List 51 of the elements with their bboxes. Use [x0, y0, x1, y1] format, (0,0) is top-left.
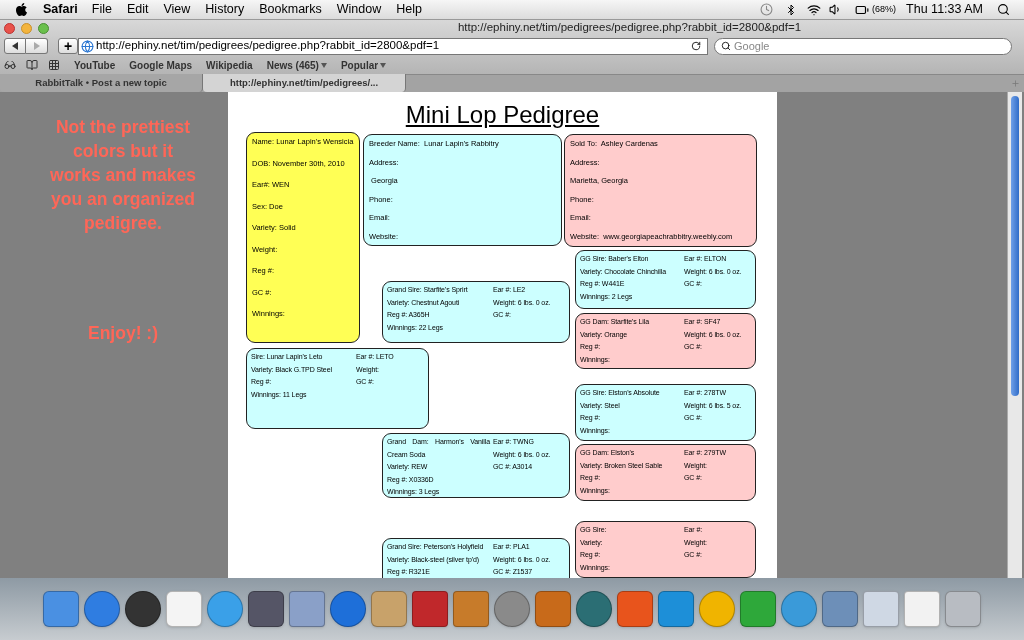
battery-percent[interactable]: (68%) [872, 2, 897, 17]
reload-icon[interactable] [691, 41, 701, 51]
bookmark-link[interactable]: News (465) [266, 57, 327, 73]
bookmark-link[interactable]: Google Maps [129, 57, 193, 73]
minimize-button[interactable] [21, 22, 32, 34]
search-icon[interactable] [997, 3, 1010, 16]
menu-item[interactable]: Edit [126, 0, 149, 19]
menu-item[interactable]: View [163, 0, 191, 19]
menu-item[interactable]: Bookmarks [259, 0, 322, 19]
forward-arrow-icon [33, 42, 40, 50]
menu-item[interactable]: Safari [43, 0, 78, 19]
dock-icon[interactable] [125, 591, 161, 627]
browser-tab[interactable]: http://ephiny.net/tim/pedigrees/... [203, 74, 406, 92]
add-bookmark-button[interactable]: + [58, 38, 78, 54]
close-button[interactable] [4, 22, 15, 34]
globe-icon [81, 39, 94, 53]
zoom-button[interactable] [38, 22, 49, 34]
signoff-text: Enjoy! :) [88, 322, 158, 345]
grid-icon[interactable] [48, 59, 60, 71]
menu-clock[interactable]: Thu 11:33 AM [906, 0, 983, 19]
back-button[interactable] [4, 38, 26, 54]
menu-item[interactable]: Help [396, 0, 422, 19]
menu-item[interactable]: Window [336, 0, 382, 19]
scrollbar-track[interactable] [1007, 92, 1022, 578]
reading-list-icon[interactable] [4, 59, 16, 71]
menu-item[interactable]: History [205, 0, 245, 19]
note-text: Not the prettiest colors but it works and makes you an organized pedigree. [49, 116, 197, 235]
search-field[interactable]: Google [714, 37, 1012, 55]
forward-button[interactable] [26, 38, 48, 54]
bookmark-link[interactable]: YouTube [74, 57, 116, 73]
menu-item[interactable]: File [91, 0, 112, 19]
search-icon [721, 41, 731, 51]
caret-icon [380, 62, 387, 68]
clock-icon[interactable] [760, 3, 774, 16]
browser-tab[interactable]: RabbitTalk • Post a new topic [0, 74, 203, 92]
back-arrow-icon [11, 42, 19, 50]
address-field[interactable]: http://ephiny.net/tim/pedigrees/pedigree.php?rabbit_id=2800&pdf=1 [78, 37, 708, 55]
new-tab-icon[interactable] [1011, 79, 1020, 88]
apple-icon[interactable] [14, 2, 29, 17]
book-icon[interactable] [26, 59, 38, 71]
caret-icon [320, 62, 327, 68]
wifi-icon[interactable] [807, 2, 822, 17]
scrollbar-thumb[interactable] [1011, 96, 1019, 396]
dock-icon[interactable] [576, 591, 612, 627]
bookmark-link[interactable]: Wikipedia [206, 57, 253, 73]
search-placeholder: Google [734, 38, 770, 54]
dock-icon[interactable] [330, 591, 366, 627]
url-text: http://ephiny.net/tim/pedigrees/pedigree.php?rabbit_id=2800&pdf=1 [96, 38, 441, 54]
window-title: http://ephiny.net/tim/pedigrees/pedigree.php?rabbit_id=2800&pdf=1 [457, 20, 802, 36]
pedigree-title: Mini Lop Pedigree [405, 101, 600, 129]
bookmark-link[interactable]: Popular [340, 57, 387, 73]
